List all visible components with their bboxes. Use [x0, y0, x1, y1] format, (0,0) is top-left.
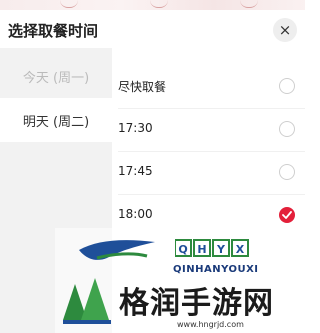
time-slot-asap[interactable]: 尽快取餐 — [112, 66, 305, 108]
dialog-header: 选择取餐时间 × — [0, 10, 305, 48]
decoration-mark — [150, 0, 168, 8]
close-button[interactable]: × — [273, 18, 297, 42]
svg-text:X: X — [236, 243, 245, 256]
watermark-brand-latin: QINHANYOUXI — [173, 264, 259, 275]
radio-unchecked-icon[interactable] — [279, 164, 295, 180]
dialog-title: 选择取餐时间 — [8, 22, 99, 40]
qhyx-logo: Q H Y X — [175, 239, 249, 257]
radio-unchecked-icon[interactable] — [279, 78, 295, 94]
svg-text:Q: Q — [178, 243, 187, 256]
day-option-tomorrow[interactable]: 明天 (周二) — [0, 98, 112, 142]
time-slot-label: 17:45 — [118, 164, 153, 178]
site-watermark: Q H Y X QINHANYOUXI 格润手游网 www.hngrjd.com — [55, 228, 305, 333]
time-slot-label: 17:30 — [118, 121, 153, 135]
decoration-mark — [240, 0, 258, 8]
decoration-mark — [60, 0, 78, 8]
day-option-today: 今天 (周一) — [22, 70, 90, 86]
pickup-time-dialog: 选择取餐时间 × 今天 (周一) 明天 (周二) 尽快取餐 17:30 17:4… — [0, 0, 305, 333]
time-slot-1745[interactable]: 17:45 — [112, 152, 305, 194]
time-slot-1730[interactable]: 17:30 — [112, 109, 305, 151]
header-decoration — [0, 0, 305, 10]
svg-text:H: H — [197, 243, 206, 256]
svg-text:Y: Y — [216, 243, 226, 256]
checkmark-icon — [282, 211, 292, 219]
radio-unchecked-icon[interactable] — [279, 121, 295, 137]
radio-checked-icon[interactable] — [279, 207, 295, 223]
time-slot-label: 尽快取餐 — [118, 80, 167, 94]
watermark-site-name: 格润手游网 — [119, 286, 274, 321]
watermark-emblem-icon — [63, 278, 111, 324]
close-icon: × — [278, 21, 292, 39]
watermark-url: www.hngrjd.com — [177, 320, 244, 329]
bird-logo-icon — [79, 240, 155, 260]
time-slot-label: 18:00 — [118, 207, 153, 221]
